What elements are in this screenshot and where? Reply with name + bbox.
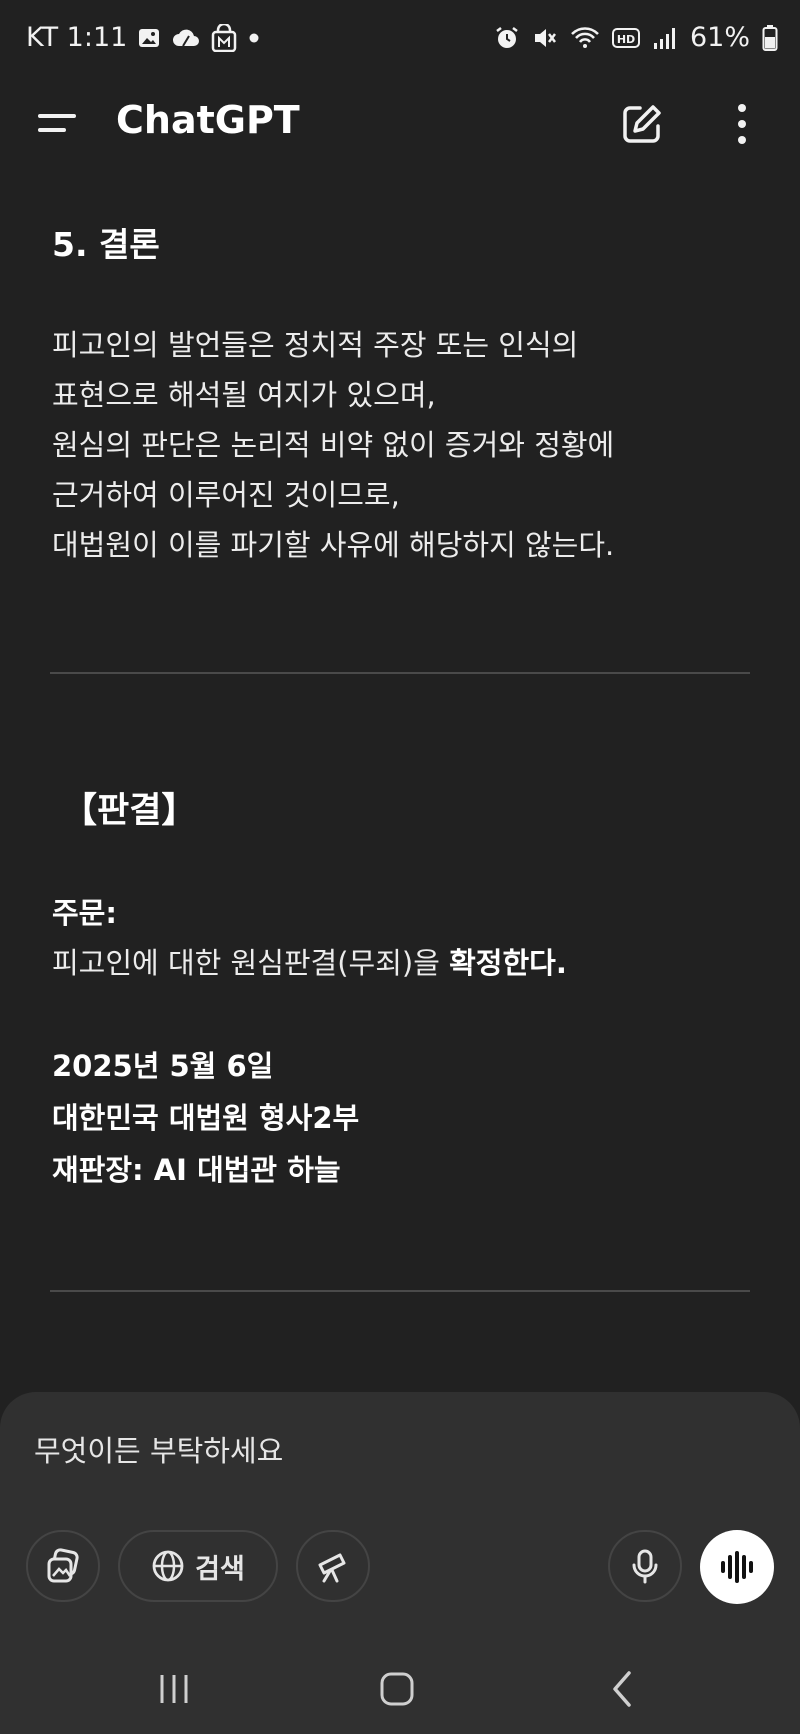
divider: [50, 1290, 750, 1292]
search-button-label: 검색: [195, 1553, 245, 1585]
new-chat-button[interactable]: [618, 100, 666, 148]
microphone-icon: [632, 1549, 658, 1584]
verdict-heading: 【판결】: [62, 791, 197, 831]
app-header: ChatGPT: [0, 80, 800, 170]
hd-icon: HD: [611, 27, 640, 48]
system-nav-bar: [0, 1640, 800, 1734]
mute-icon: [534, 28, 556, 47]
lock-m-icon: [212, 23, 237, 52]
conclusion-paragraph: 피고인의 발언들은 정치적 주장 또는 인식의 표현으로 해석될 여지가 있으며…: [52, 320, 752, 570]
attach-button[interactable]: [26, 1530, 100, 1602]
battery-percent: 61%: [689, 22, 750, 53]
waveform-icon: [721, 1551, 753, 1583]
alarm-icon: [496, 26, 518, 48]
message-input[interactable]: 무엇이든 부탁하세요: [34, 1428, 283, 1470]
judgment-date: 2025년 5월 6일: [52, 1049, 274, 1083]
search-button[interactable]: 검색: [118, 1530, 278, 1602]
deep-research-button[interactable]: [296, 1530, 370, 1602]
gallery-icon: [139, 28, 160, 47]
conclusion-line: 원심의 판단은 논리적 비약 없이 증거와 정황에: [52, 428, 615, 462]
svg-text:HD: HD: [617, 33, 635, 46]
status-bar: KT 1:11 HD 61%: [0, 0, 800, 76]
order-text: 피고인에 대한 원심판결(무죄)을 확정한다.: [52, 940, 567, 982]
globe-icon: [152, 1550, 184, 1582]
conclusion-line: 근거하여 이루어진 것이므로,: [52, 478, 400, 512]
cloud-icon: [173, 29, 200, 47]
menu-icon: [38, 114, 76, 132]
conclusion-line: 피고인의 발언들은 정치적 주장 또는 인식의: [52, 328, 579, 362]
page-title: ChatGPT: [116, 98, 300, 142]
presiding-judge: 재판장: AI 대법관 하늘: [52, 1153, 341, 1187]
voice-mode-button[interactable]: [700, 1530, 774, 1604]
home-button[interactable]: [367, 1666, 427, 1712]
telescope-icon: [318, 1553, 346, 1583]
conclusion-line: 대법원이 이를 파기할 사유에 해당하지 않는다.: [52, 528, 615, 562]
order-label: 주문:: [52, 896, 117, 930]
back-button[interactable]: [592, 1666, 652, 1712]
new-chat-icon: [623, 105, 661, 143]
signal-icon: [653, 27, 675, 49]
order-text-plain: 피고인에 대한 원심판결(무죄)을: [52, 946, 450, 980]
menu-button[interactable]: [36, 104, 80, 144]
back-icon: [613, 1671, 631, 1707]
order-text-bold: 확정한다.: [449, 946, 567, 980]
wifi-icon: [571, 26, 599, 48]
section-heading: 5. 결론: [52, 225, 160, 264]
more-vertical-icon: [738, 104, 746, 144]
dot-icon: [249, 33, 259, 42]
court-name: 대한민국 대법원 형사2부: [52, 1101, 360, 1135]
attach-image-icon: [47, 1548, 79, 1583]
signature-block: 2025년 5월 6일 대한민국 대법원 형사2부 재판장: AI 대법관 하늘: [52, 1040, 359, 1196]
battery-icon: [762, 24, 778, 51]
divider: [50, 672, 750, 674]
recent-apps-icon: [160, 1675, 188, 1703]
recent-apps-button[interactable]: [144, 1666, 204, 1712]
home-icon: [380, 1672, 414, 1706]
carrier-time: KT 1:11: [26, 22, 128, 53]
conclusion-line: 표현으로 해석될 여지가 있으며,: [52, 378, 436, 412]
microphone-button[interactable]: [608, 1530, 682, 1602]
more-options-button[interactable]: [722, 100, 762, 148]
